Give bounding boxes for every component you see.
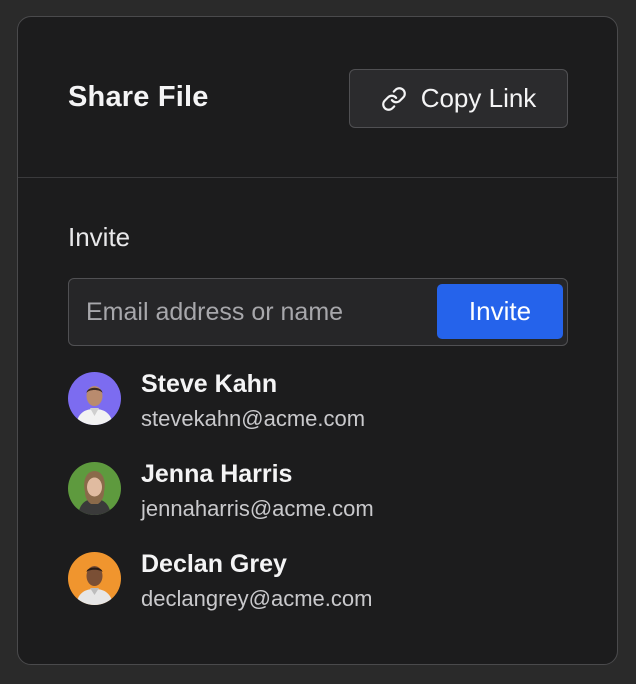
avatar (68, 462, 121, 515)
copy-link-button[interactable]: Copy Link (349, 69, 568, 128)
people-list: Steve Kahn stevekahn@acme.com Jenna Harr… (68, 369, 568, 639)
avatar (68, 372, 121, 425)
person-email: stevekahn@acme.com (141, 406, 366, 431)
person-name: Steve Kahn (141, 370, 278, 398)
invite-button[interactable]: Invite (437, 284, 563, 339)
person-email: declangrey@acme.com (141, 586, 373, 611)
person-email: jennaharris@acme.com (141, 496, 374, 521)
invite-email-input[interactable] (69, 279, 429, 345)
copy-link-label: Copy Link (420, 83, 537, 113)
invite-label: Invite (68, 222, 131, 252)
dialog-title: Share File (68, 81, 209, 113)
list-item[interactable]: Steve Kahn stevekahn@acme.com (68, 369, 568, 459)
avatar-icon (68, 552, 121, 605)
dialog-header: Share File Copy Link (18, 17, 617, 178)
share-file-dialog: Share File Copy Link Invite Invite (17, 16, 618, 665)
avatar-icon (68, 462, 121, 515)
list-item[interactable]: Declan Grey declangrey@acme.com (68, 549, 568, 639)
link-icon (381, 86, 407, 112)
person-name: Declan Grey (141, 550, 287, 578)
person-name: Jenna Harris (141, 460, 293, 488)
list-item[interactable]: Jenna Harris jennaharris@acme.com (68, 459, 568, 549)
invite-field-group: Invite (68, 278, 568, 346)
avatar-icon (68, 372, 121, 425)
avatar (68, 552, 121, 605)
